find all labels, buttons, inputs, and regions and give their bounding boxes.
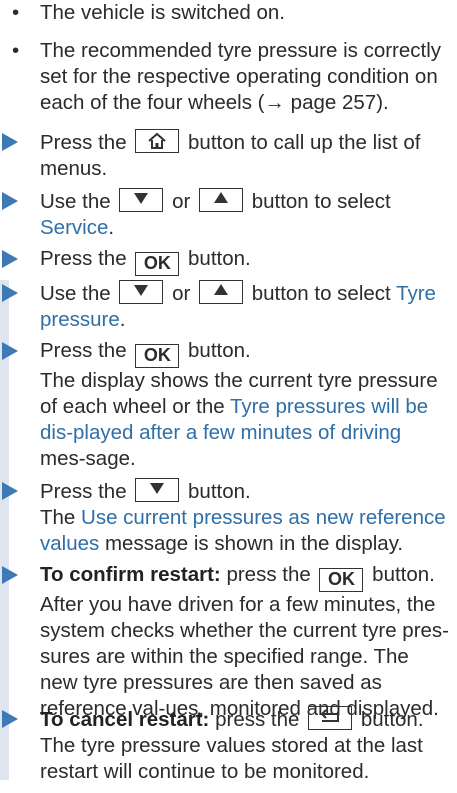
- menu-item-service: Service: [40, 216, 109, 239]
- up-button[interactable]: [199, 280, 243, 304]
- step-arrow-icon: [2, 482, 18, 500]
- down-button[interactable]: [119, 280, 164, 304]
- down-triangle-icon: [134, 285, 149, 296]
- back-button[interactable]: [308, 706, 353, 730]
- step-reference-values: Press the button. The Use current pressu…: [0, 478, 452, 557]
- bullet-dot: •: [12, 39, 20, 62]
- confirm-restart-heading: To confirm restart:: [40, 563, 221, 586]
- up-triangle-icon: [214, 192, 228, 203]
- step-arrow-icon: [2, 133, 18, 151]
- down-triangle-icon: [150, 483, 165, 494]
- step-arrow-icon: [2, 250, 18, 268]
- requirement-item: • The recommended tyre pressure is corre…: [12, 39, 442, 114]
- step-arrow-icon: [2, 284, 18, 302]
- down-triangle-icon: [134, 193, 149, 204]
- requirement-item: • The vehicle is switched on.: [12, 1, 285, 24]
- step-arrow-icon: [2, 192, 18, 210]
- back-arrow-icon: [320, 709, 340, 722]
- up-button[interactable]: [199, 188, 243, 212]
- step-select-service: Use the or button to select Service.: [0, 188, 452, 241]
- ok-button[interactable]: OK: [135, 344, 180, 368]
- manual-page: • The vehicle is switched on. • The reco…: [0, 0, 457, 793]
- step-select-tyre-pressure: Use the or button to select Tyre pressur…: [0, 280, 452, 333]
- home-button[interactable]: [135, 129, 180, 153]
- down-button[interactable]: [119, 188, 164, 212]
- step-confirm-restart: To confirm restart: press the OK button.…: [0, 562, 452, 722]
- down-button[interactable]: [135, 478, 180, 502]
- home-icon: [148, 132, 166, 149]
- step-press-ok: Press the OK button.: [0, 246, 452, 276]
- step-show-pressures: Press the OK button. The display shows t…: [0, 338, 452, 472]
- step-cancel-restart: To cancel restart: press the button. The…: [0, 706, 452, 785]
- step-arrow-icon: [2, 566, 18, 584]
- ok-button[interactable]: OK: [319, 568, 364, 592]
- cancel-restart-heading: To cancel restart:: [40, 708, 210, 731]
- step-arrow-icon: [2, 710, 18, 728]
- step-arrow-icon: [2, 342, 18, 360]
- step-home-button: Press the button to call up the list of …: [0, 129, 452, 182]
- cut-off-text: [0, 0, 12, 4]
- ok-button[interactable]: OK: [135, 252, 180, 276]
- up-triangle-icon: [214, 284, 228, 295]
- bullet-dot: •: [12, 1, 20, 24]
